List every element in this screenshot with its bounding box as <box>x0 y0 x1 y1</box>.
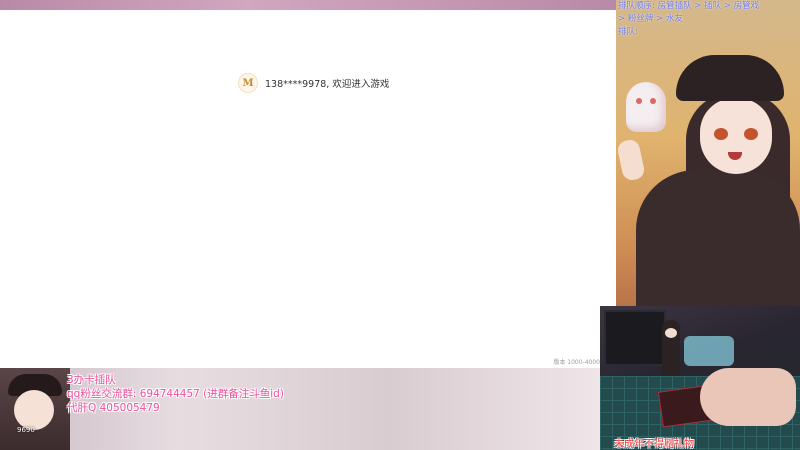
monitor-image <box>604 310 666 366</box>
character-coat <box>636 170 800 306</box>
info-line: 代肝Q 405005479 <box>67 402 160 414</box>
stream-info-text: 3办卡插队 qq粉丝交流群: 694744457 (进群备注斗鱼id) 代肝Q … <box>67 373 284 415</box>
stream-info-bar: 9690 3办卡插队 qq粉丝交流群: 694744457 (进群备注斗鱼id)… <box>0 368 600 450</box>
ghost-illustration <box>626 82 666 132</box>
streamer-avatar: 9690 <box>0 368 70 450</box>
character-eye <box>744 128 758 140</box>
character-eye <box>714 128 728 140</box>
hand-image <box>700 368 796 426</box>
queue-rule-line: 排队: <box>618 27 638 37</box>
figurine-image <box>662 320 680 378</box>
window-top-strip <box>0 0 616 10</box>
game-login-area[interactable]: M 138****9978, 欢迎进入游戏 版本 1000-4000 <box>0 10 616 368</box>
character-face <box>700 98 772 174</box>
avatar-face <box>14 390 54 430</box>
queue-rule-line: 排队顺序: 房管插队 > 插队 > 房管戏 <box>618 1 760 11</box>
desk-lamp-image <box>684 336 734 366</box>
info-line: qq粉丝交流群: 694744457 (进群备注斗鱼id) <box>67 388 284 400</box>
queue-rule-line: > 粉丝牌 > 水友 <box>618 14 683 24</box>
queue-rules: 排队顺序: 房管插队 > 插队 > 房管戏 > 粉丝牌 > 水友 排队: <box>618 0 800 39</box>
info-line: 3办卡插队 <box>67 374 116 386</box>
welcome-text: 138****9978, 欢迎进入游戏 <box>265 79 390 90</box>
avatar-number: 9690 <box>17 426 35 434</box>
game-logo-icon: M <box>238 73 258 93</box>
character-hand <box>616 138 646 182</box>
webcam-feed <box>600 306 800 450</box>
streamer-artwork-panel: 排队顺序: 房管插队 > 插队 > 房管戏 > 粉丝牌 > 水友 排队: <box>616 0 800 306</box>
character-hat <box>676 55 784 101</box>
welcome-toast: M 138****9978, 欢迎进入游戏 <box>238 73 390 93</box>
version-label: 版本 1000-4000 <box>553 359 600 366</box>
minor-warning: 未成年不得刷礼物 <box>614 439 694 450</box>
